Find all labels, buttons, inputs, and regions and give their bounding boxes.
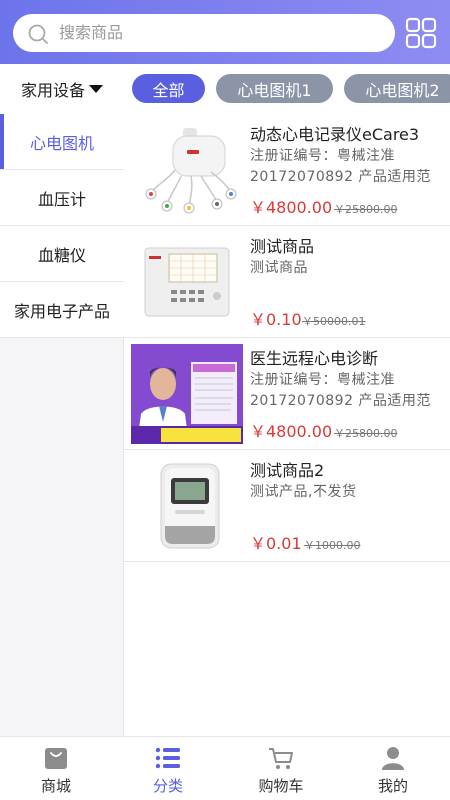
product-name: 动态心电记录仪eCare3 bbox=[250, 125, 420, 144]
tab-mall[interactable]: 商城 bbox=[0, 737, 112, 800]
product-desc: 测试商品 bbox=[250, 260, 308, 276]
product-item[interactable]: 测试商品2 测试产品,不发货 ￥0.01 ￥1000.00 bbox=[124, 450, 450, 562]
tab-cart[interactable]: 购物车 bbox=[225, 737, 337, 800]
tab-label: 商城 bbox=[40, 777, 71, 795]
tab-label: 分类 bbox=[152, 777, 183, 795]
sidebar-item-label: 血糖仪 bbox=[37, 245, 86, 265]
caret-down-icon bbox=[89, 85, 103, 93]
category-sidebar: 家用设备 心电图机 血压计 血糖仪 家用电子产品 bbox=[0, 64, 124, 736]
product-list: 动态心电记录仪eCare3 注册证编号：粤械注准20172070892 产品适用… bbox=[124, 114, 450, 736]
chip-ecg-2[interactable]: 心电图机2 bbox=[344, 74, 450, 103]
search-input[interactable]: 搜索商品 bbox=[13, 14, 395, 52]
product-old-price: ￥1000.00 bbox=[304, 539, 361, 552]
ecg-machine-image bbox=[131, 232, 243, 332]
product-name: 测试商品 bbox=[250, 237, 315, 256]
chip-all[interactable]: 全部 bbox=[132, 74, 205, 103]
product-desc: 注册证编号：粤械注准20172070892 产品适用范围 bbox=[250, 372, 431, 409]
product-price: ￥4800.00 bbox=[250, 198, 333, 217]
product-price: ￥0.01 bbox=[250, 534, 302, 553]
sidebar-item-label: 血压计 bbox=[37, 189, 86, 209]
category-dropdown-label: 家用设备 bbox=[20, 81, 85, 100]
tab-category[interactable]: 分类 bbox=[112, 737, 224, 800]
grid-menu-icon[interactable] bbox=[405, 17, 437, 49]
product-name: 医生远程心电诊断 bbox=[250, 349, 379, 368]
sidebar-item-glucose[interactable]: 血糖仪 bbox=[0, 226, 124, 282]
cart-icon bbox=[269, 748, 293, 769]
product-name: 测试商品2 bbox=[250, 461, 325, 480]
product-desc: 注册证编号：粤械注准20172070892 产品适用范围 bbox=[250, 148, 431, 185]
header: 搜索商品 bbox=[0, 0, 450, 64]
sidebar-item-ecg[interactable]: 心电图机 bbox=[0, 114, 124, 170]
search-icon bbox=[28, 24, 48, 44]
list-icon bbox=[155, 747, 180, 769]
sidebar-item-label: 家用电子产品 bbox=[13, 301, 110, 321]
sidebar-item-blood-pressure[interactable]: 血压计 bbox=[0, 170, 124, 226]
product-old-price: ￥50000.01 bbox=[302, 315, 366, 328]
tab-label: 购物车 bbox=[258, 777, 304, 795]
product-old-price: ￥25800.00 bbox=[334, 203, 398, 216]
search-placeholder: 搜索商品 bbox=[59, 23, 124, 42]
category-list: 心电图机 血压计 血糖仪 家用电子产品 bbox=[0, 114, 124, 338]
product-price: ￥0.10 bbox=[250, 310, 302, 329]
product-price: ￥4800.00 bbox=[250, 422, 333, 441]
tab-label: 我的 bbox=[377, 777, 408, 795]
filter-chips: 全部 心电图机1 心电图机2 bbox=[124, 64, 450, 114]
tab-mine[interactable]: 我的 bbox=[337, 737, 449, 800]
category-dropdown[interactable]: 家用设备 bbox=[0, 64, 124, 114]
bag-icon bbox=[45, 748, 67, 769]
product-item[interactable]: 医生远程心电诊断 注册证编号：粤械注准20172070892 产品适用范围 ￥4… bbox=[124, 338, 450, 450]
product-item[interactable]: 动态心电记录仪eCare3 注册证编号：粤械注准20172070892 产品适用… bbox=[124, 114, 450, 226]
bottom-tab-bar: 商城 分类 购物车 我的 bbox=[0, 736, 450, 800]
doctor-promo-image bbox=[131, 344, 243, 444]
chip-ecg-1[interactable]: 心电图机1 bbox=[216, 74, 333, 103]
product-item[interactable]: 测试商品 测试商品 ￥0.10 ￥50000.01 bbox=[124, 226, 450, 338]
product-old-price: ￥25800.00 bbox=[334, 427, 398, 440]
ecg-recorder-image bbox=[131, 120, 243, 220]
user-icon bbox=[382, 747, 404, 770]
sidebar-item-label: 心电图机 bbox=[29, 133, 94, 153]
ecg-device-image bbox=[131, 456, 243, 556]
sidebar-item-home-electronics[interactable]: 家用电子产品 bbox=[0, 282, 124, 338]
app: 搜索商品 家用设备 心电图机 血压计 血糖仪 家用电子产品 全部 心电图机1 心… bbox=[0, 0, 450, 800]
product-desc: 测试产品,不发货 bbox=[250, 484, 357, 500]
